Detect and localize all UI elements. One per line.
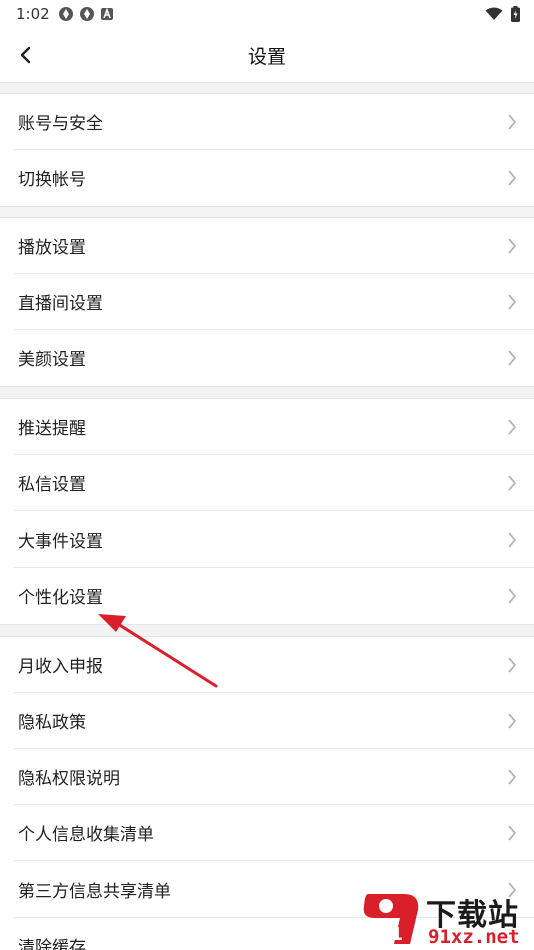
- watermark-site: 91xz.net: [428, 926, 520, 948]
- section-separator: [0, 206, 534, 218]
- chevron-right-icon: [508, 588, 517, 604]
- settings-item-beauty[interactable]: 美颜设置: [0, 330, 534, 386]
- section-separator: [0, 624, 534, 637]
- watermark: 91 下载站 91xz.net: [360, 888, 532, 950]
- settings-item-label: 月收入申报: [18, 657, 103, 677]
- battery-icon: [511, 6, 520, 22]
- settings-item-privacy-policy[interactable]: 隐私政策: [0, 693, 534, 749]
- settings-item-label: 个人信息收集清单: [18, 825, 154, 845]
- settings-item-label: 私信设置: [18, 475, 86, 495]
- settings-item-live-room[interactable]: 直播间设置: [0, 274, 534, 330]
- notification-app-icon: [80, 7, 94, 21]
- settings-item-label: 推送提醒: [18, 419, 86, 439]
- settings-item-label: 账号与安全: [18, 114, 103, 134]
- chevron-right-icon: [508, 238, 517, 254]
- section-separator: [0, 82, 534, 94]
- settings-item-personalization[interactable]: 个性化设置: [0, 568, 534, 624]
- chevron-right-icon: [508, 114, 517, 130]
- status-notification-icons: [58, 6, 114, 22]
- settings-item-label: 美颜设置: [18, 350, 86, 370]
- settings-item-switch-account[interactable]: 切换帐号: [0, 150, 534, 206]
- notification-app-icon: [59, 7, 73, 21]
- chevron-right-icon: [508, 713, 517, 729]
- settings-item-private-message[interactable]: 私信设置: [0, 455, 534, 511]
- settings-item-permission-info[interactable]: 隐私权限说明: [0, 749, 534, 805]
- wifi-icon: [485, 7, 503, 20]
- settings-item-personal-info-list[interactable]: 个人信息收集清单: [0, 805, 534, 861]
- chevron-right-icon: [508, 825, 517, 841]
- settings-item-label: 第三方信息共享清单: [18, 882, 171, 902]
- chevron-right-icon: [508, 532, 517, 548]
- chevron-right-icon: [508, 419, 517, 435]
- chevron-right-icon: [508, 294, 517, 310]
- settings-item-major-events[interactable]: 大事件设置: [0, 512, 534, 568]
- settings-item-label: 个性化设置: [18, 588, 103, 608]
- settings-item-playback[interactable]: 播放设置: [0, 218, 534, 274]
- chevron-right-icon: [508, 657, 517, 673]
- nav-bar: 设置: [0, 30, 534, 82]
- settings-item-label: 切换帐号: [18, 170, 86, 190]
- settings-item-income-declaration[interactable]: 月收入申报: [0, 637, 534, 693]
- settings-item-label: 隐私权限说明: [18, 769, 120, 789]
- notification-a-icon: [101, 7, 113, 20]
- status-bar: 1:02: [0, 0, 534, 30]
- settings-item-label: 隐私政策: [18, 713, 86, 733]
- section-separator: [0, 386, 534, 399]
- chevron-right-icon: [508, 170, 517, 186]
- status-system-icons: [485, 6, 520, 22]
- chevron-right-icon: [508, 769, 517, 785]
- page-title: 设置: [247, 46, 286, 68]
- settings-item-label: 播放设置: [18, 238, 86, 258]
- settings-item-label: 大事件设置: [18, 532, 103, 552]
- chevron-right-icon: [508, 350, 517, 366]
- settings-item-label: 清除缓存: [18, 938, 86, 950]
- row-divider: [14, 510, 534, 511]
- settings-item-label: 直播间设置: [18, 294, 103, 314]
- watermark-logo-icon: 91: [363, 894, 419, 945]
- chevron-right-icon: [508, 475, 517, 491]
- watermark-logo-text: 91: [378, 924, 403, 945]
- settings-item-push[interactable]: 推送提醒: [0, 399, 534, 455]
- status-time: 1:02: [16, 5, 50, 23]
- row-divider: [14, 860, 534, 861]
- settings-item-account-security[interactable]: 账号与安全: [0, 94, 534, 150]
